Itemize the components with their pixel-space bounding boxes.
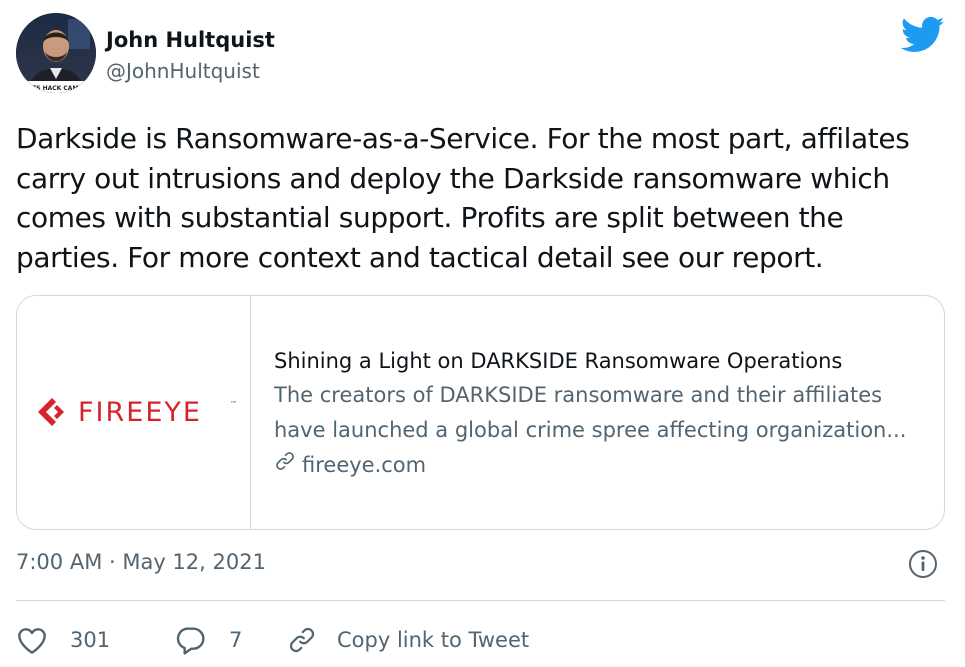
- info-icon[interactable]: [908, 549, 938, 579]
- svg-text:ETS HACK CAME: ETS HACK CAME: [28, 85, 83, 92]
- card-title[interactable]: Shining a Light on DARKSIDE Ransomware O…: [274, 345, 934, 378]
- svg-text:FIREEYE: FIREEYE: [78, 397, 202, 428]
- card-description: The creators of DARKSIDE ransomware and …: [274, 383, 907, 442]
- twitter-bird-icon[interactable]: [900, 16, 945, 54]
- avatar-image: ETS HACK CAME: [16, 13, 96, 93]
- reply-count: 7: [229, 628, 243, 652]
- link-icon: [289, 627, 315, 653]
- link-icon: [274, 449, 296, 482]
- divider: [16, 600, 945, 601]
- like-button[interactable]: 301: [16, 625, 174, 655]
- author-name[interactable]: John Hultquist: [106, 28, 275, 52]
- heart-icon: [18, 628, 46, 654]
- link-card[interactable]: FIREEYE ™ Shining a Light on DARKSIDE Ra…: [16, 295, 945, 530]
- copy-link-label: Copy link to Tweet: [337, 628, 530, 652]
- action-bar: 301 7 Copy link to Tweet: [16, 620, 529, 660]
- tweet-text: Darkside is Ransomware-as-a-Service. For…: [16, 122, 910, 274]
- avatar[interactable]: ETS HACK CAME: [16, 13, 96, 93]
- reply-button[interactable]: 7: [174, 625, 287, 655]
- card-thumbnail[interactable]: FIREEYE ™: [17, 296, 251, 529]
- card-info[interactable]: Shining a Light on DARKSIDE Ransomware O…: [274, 345, 934, 482]
- card-domain-row[interactable]: fireeye.com: [274, 449, 934, 482]
- card-domain: fireeye.com: [302, 453, 427, 477]
- tweet-timestamp[interactable]: 7:00 AM · May 12, 2021: [16, 550, 266, 574]
- author-handle[interactable]: @JohnHultquist: [106, 59, 260, 83]
- svg-text:™: ™: [230, 400, 237, 408]
- tweet-embed: ETS HACK CAME John Hultquist @JohnHultqu…: [0, 0, 965, 667]
- like-count: 301: [70, 628, 111, 652]
- copy-link-button[interactable]: Copy link to Tweet: [287, 625, 529, 655]
- fireeye-logo: FIREEYE ™: [38, 397, 237, 428]
- reply-bubble-icon: [176, 627, 205, 655]
